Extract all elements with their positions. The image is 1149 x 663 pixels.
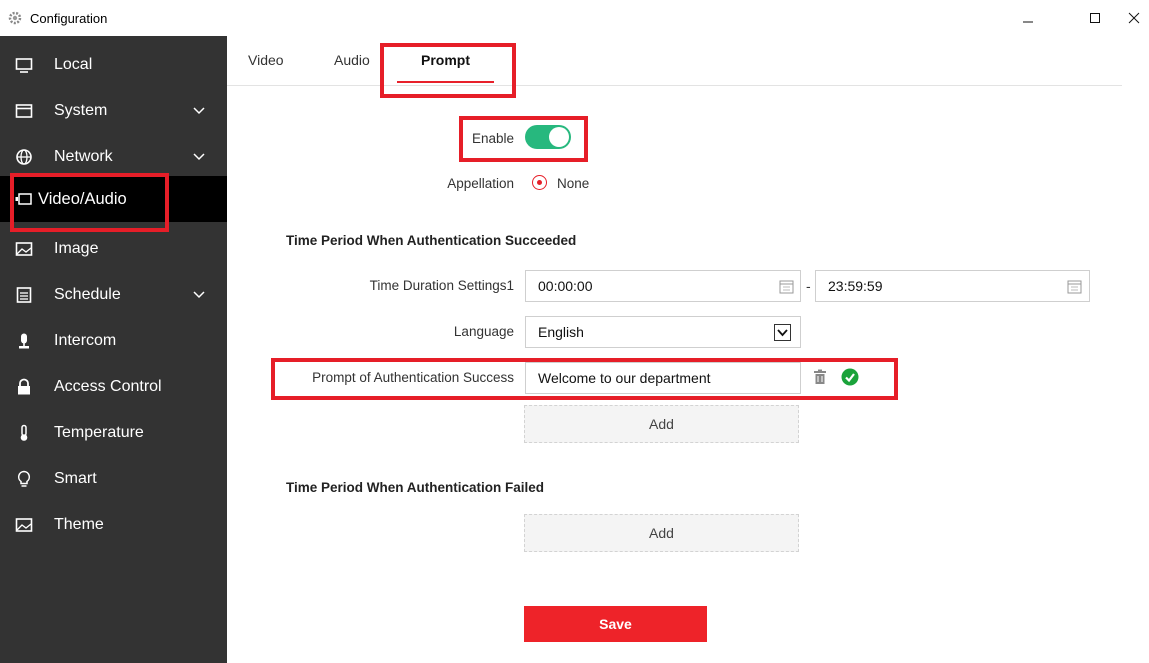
image-icon: [15, 242, 33, 256]
highlight-box: [380, 43, 516, 98]
globe-icon: [16, 149, 32, 165]
success-section-title: Time Period When Authentication Succeede…: [286, 233, 577, 248]
sidebar-item-system[interactable]: System: [0, 88, 227, 134]
sidebar-item-label: Image: [54, 240, 99, 257]
calendar-icon[interactable]: [1067, 279, 1082, 294]
sidebar-item-temperature[interactable]: Temperature: [0, 410, 227, 456]
calendar-icon[interactable]: [779, 279, 794, 294]
sidebar-item-schedule[interactable]: Schedule: [0, 272, 227, 318]
sidebar-item-label: Theme: [54, 516, 104, 533]
close-button[interactable]: [1128, 6, 1149, 30]
time-start-input[interactable]: 00:00:00: [525, 270, 801, 302]
save-button[interactable]: Save: [524, 606, 707, 642]
tab-video[interactable]: Video: [248, 52, 284, 68]
sidebar-item-image[interactable]: Image: [0, 226, 227, 272]
sidebar-item-label: Temperature: [54, 424, 144, 441]
time-end-value: 23:59:59: [828, 278, 883, 294]
title-bar: Configuration: [0, 0, 1149, 36]
sidebar-item-theme[interactable]: Theme: [0, 502, 227, 548]
lock-icon: [18, 378, 30, 395]
failed-section-title: Time Period When Authentication Failed: [286, 480, 545, 495]
monitor-icon: [15, 58, 33, 73]
window-icon: [15, 104, 33, 118]
image-icon: [15, 518, 33, 532]
language-label: Language: [453, 324, 514, 339]
language-select[interactable]: English: [525, 316, 801, 348]
close-icon: [1128, 12, 1140, 24]
calendar-icon: [16, 287, 32, 303]
chevron-down-icon: [193, 291, 205, 299]
time-duration-label: Time Duration Settings1: [369, 278, 514, 293]
tab-bar: Video Audio Prompt: [227, 36, 1122, 86]
add-failed-prompt-button[interactable]: Add: [524, 514, 799, 552]
tab-audio[interactable]: Audio: [334, 52, 370, 68]
sidebar-item-smart[interactable]: Smart: [0, 456, 227, 502]
sidebar-item-label: Access Control: [54, 378, 162, 395]
sidebar-item-intercom[interactable]: Intercom: [0, 318, 227, 364]
chevron-down-icon: [193, 107, 205, 115]
highlight-box: [459, 116, 588, 162]
appellation-radio-none[interactable]: [532, 175, 547, 190]
gear-icon: [8, 11, 22, 25]
sidebar-item-label: Local: [54, 56, 93, 73]
time-end-input[interactable]: 23:59:59: [815, 270, 1090, 302]
sidebar-item-label: System: [54, 102, 108, 119]
time-separator: -: [806, 278, 811, 294]
window-title: Configuration: [30, 11, 108, 26]
sidebar-item-label: Network: [54, 148, 113, 165]
sidebar-item-access-control[interactable]: Access Control: [0, 364, 227, 410]
sidebar-item-label: Smart: [54, 470, 97, 487]
sidebar-item-local[interactable]: Local: [0, 42, 227, 88]
maximize-icon: [1090, 13, 1100, 23]
chevron-down-icon: [777, 329, 788, 337]
minimize-icon: [1023, 21, 1033, 23]
minimize-button[interactable]: [1013, 6, 1043, 30]
add-success-prompt-button[interactable]: Add: [524, 405, 799, 443]
dropdown-arrow[interactable]: [774, 324, 791, 341]
highlight-box: [271, 358, 898, 400]
appellation-label: Appellation: [447, 176, 514, 191]
radio-dot: [536, 179, 542, 185]
language-value: English: [538, 324, 584, 340]
sidebar-item-label: Intercom: [54, 332, 117, 349]
maximize-button[interactable]: [1080, 6, 1110, 30]
sidebar: Local System Network Video/Audio Image S…: [0, 36, 227, 663]
sidebar-item-label: Schedule: [54, 286, 121, 303]
thermometer-icon: [20, 424, 28, 441]
time-start-value: 00:00:00: [538, 278, 593, 294]
chevron-down-icon: [193, 153, 205, 161]
lightbulb-icon: [17, 470, 31, 487]
highlight-box: [10, 173, 169, 232]
appellation-option-label: None: [557, 176, 590, 191]
microphone-icon: [19, 333, 29, 349]
